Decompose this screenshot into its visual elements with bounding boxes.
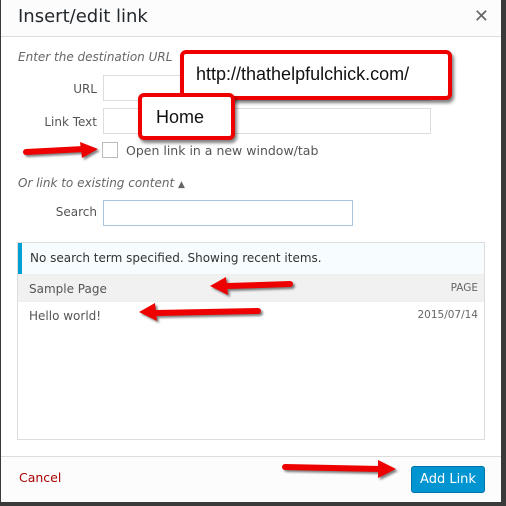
annotation-arrows (23, 142, 396, 478)
arrow-to-sample-page-icon (210, 277, 293, 295)
arrow-to-add-link-icon (282, 460, 396, 478)
arrow-to-hello-world-icon (139, 303, 261, 321)
arrow-to-checkbox-icon (23, 142, 98, 158)
